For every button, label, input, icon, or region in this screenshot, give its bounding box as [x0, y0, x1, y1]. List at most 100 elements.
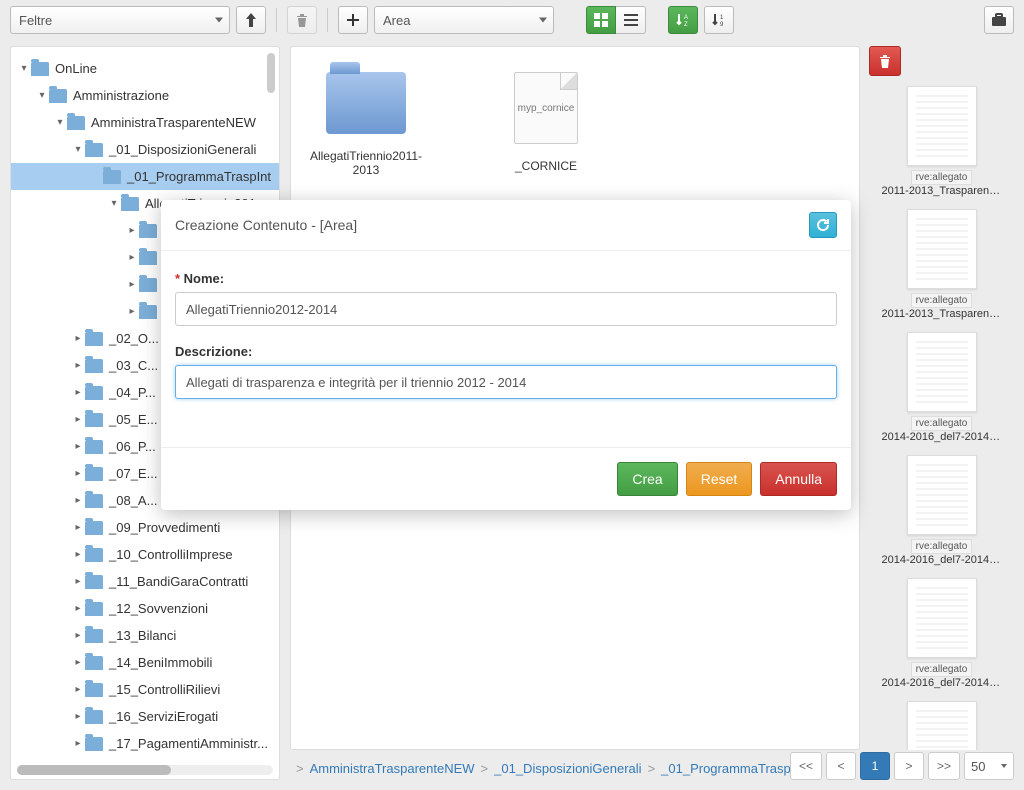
chevron-right-icon[interactable]: ▸ — [71, 414, 85, 425]
chevron-right-icon[interactable]: ▸ — [71, 468, 85, 479]
tree-label: _14_BeniImmobili — [109, 655, 212, 670]
sort-asc-button[interactable]: AZ — [668, 6, 698, 34]
annulla-button[interactable]: Annulla — [760, 462, 837, 496]
page-button[interactable]: 1 — [860, 752, 890, 780]
crea-button[interactable]: Crea — [617, 462, 677, 496]
dialog-body: * Nome: Descrizione: — [161, 251, 851, 447]
dialog-header: Creazione Contenuto - [Area] — [161, 200, 851, 251]
tree-item[interactable]: ▾ AmministraTrasparenteNEW — [11, 109, 279, 136]
tree-item[interactable]: ▸ _14_BeniImmobili — [11, 649, 279, 676]
tree-label: _08_A... — [109, 493, 157, 508]
folder-icon — [85, 629, 103, 643]
attachment-thumb[interactable]: rve:allegato 2014-2016_del7-2014_Pre... — [882, 578, 1002, 689]
folder-icon — [326, 72, 406, 134]
chevron-right-icon[interactable]: ▸ — [71, 684, 85, 695]
chevron-right-icon[interactable]: ▸ — [125, 279, 139, 290]
tree-label: _01_ProgrammaTraspInt — [127, 169, 271, 184]
chevron-right-icon[interactable]: ▸ — [125, 225, 139, 236]
folder-icon — [49, 89, 67, 103]
attachment-thumb[interactable]: rve:allegato 2014-2016_del7-2014_All... — [882, 332, 1002, 443]
breadcrumb: > AmministraTrasparenteNEW > _01_Disposi… — [296, 761, 824, 776]
chevron-right-icon[interactable]: ▸ — [125, 306, 139, 317]
document-icon — [907, 209, 977, 289]
chevron-right-icon[interactable]: ▸ — [71, 495, 85, 506]
nome-input[interactable] — [175, 292, 837, 326]
tree-item[interactable]: ▸ _12_Sovvenzioni — [11, 595, 279, 622]
refresh-button[interactable] — [809, 212, 837, 238]
grid-view-button[interactable] — [586, 6, 616, 34]
chevron-right-icon[interactable]: ▸ — [71, 738, 85, 749]
list-view-button[interactable] — [616, 6, 646, 34]
chevron-right-icon[interactable]: ▸ — [71, 603, 85, 614]
briefcase-button[interactable] — [984, 6, 1014, 34]
reset-button[interactable]: Reset — [686, 462, 753, 496]
tree-item[interactable]: ▾ Amministrazione — [11, 82, 279, 109]
breadcrumb-link[interactable]: _01_ProgrammaTraspInt — [661, 761, 805, 776]
chevron-right-icon[interactable]: ▸ — [125, 252, 139, 263]
thumb-label: 2014-2016_del7-2014_All... — [882, 554, 1002, 566]
document-icon — [907, 578, 977, 658]
prev-page-button[interactable]: < — [826, 752, 856, 780]
type-dropdown[interactable]: Area — [374, 6, 554, 34]
filter-dropdown[interactable]: Feltre — [10, 6, 230, 34]
thumb-label: 2014-2016_del7-2014_Pre... — [882, 677, 1002, 689]
attachment-thumb[interactable]: rve:allegato — [882, 701, 1002, 750]
add-button[interactable] — [338, 6, 368, 34]
breadcrumb-link[interactable]: AmministraTrasparenteNEW — [310, 761, 475, 776]
pagesize-select[interactable]: 50 — [964, 752, 1014, 780]
chevron-down-icon[interactable]: ▾ — [71, 144, 85, 155]
folder-icon — [85, 494, 103, 508]
folder-icon — [85, 683, 103, 697]
tree-label: _06_P... — [109, 439, 156, 454]
create-content-dialog: Creazione Contenuto - [Area] * Nome: Des… — [161, 200, 851, 510]
file-item[interactable]: myp_cornice _CORNICE — [486, 72, 606, 177]
tree-item[interactable]: ▸ _10_ControlliImprese — [11, 541, 279, 568]
chevron-right-icon[interactable]: ▸ — [71, 549, 85, 560]
chevron-right-icon[interactable]: ▸ — [71, 522, 85, 533]
tree-item[interactable]: ▸ _09_Provvedimenti — [11, 514, 279, 541]
vertical-scrollbar[interactable] — [267, 53, 275, 93]
first-page-button[interactable]: << — [790, 752, 822, 780]
breadcrumb-link[interactable]: _01_DisposizioniGenerali — [494, 761, 641, 776]
attachment-thumb[interactable]: rve:allegato 2014-2016_del7-2014_All... — [882, 455, 1002, 566]
top-toolbar: Feltre Area AZ 19 — [0, 0, 1024, 40]
tree-item[interactable]: ▾ OnLine — [11, 55, 279, 82]
delete-button[interactable] — [287, 6, 317, 34]
folder-item[interactable]: AllegatiTriennio2011-2013 — [306, 72, 426, 177]
chevron-down-icon[interactable]: ▾ — [17, 63, 31, 74]
type-badge: rve:allegato — [911, 539, 973, 554]
folder-icon — [67, 116, 85, 130]
chevron-right-icon[interactable]: ▸ — [71, 630, 85, 641]
next-page-button[interactable]: > — [894, 752, 924, 780]
tree-label: _07_E... — [109, 466, 157, 481]
folder-icon — [139, 224, 157, 238]
descrizione-input[interactable] — [175, 365, 837, 399]
chevron-right-icon[interactable]: ▸ — [71, 387, 85, 398]
trash-button[interactable] — [869, 46, 901, 76]
attachment-thumb[interactable]: rve:allegato 2011-2013_Trasparenza_I... — [882, 86, 1002, 197]
last-page-button[interactable]: >> — [928, 752, 960, 780]
chevron-down-icon[interactable]: ▾ — [35, 90, 49, 101]
tree-item[interactable]: _01_ProgrammaTraspInt — [11, 163, 279, 190]
folder-icon — [103, 170, 121, 184]
tree-item[interactable]: ▸ _13_Bilanci — [11, 622, 279, 649]
chevron-right-icon[interactable]: ▸ — [71, 360, 85, 371]
chevron-down-icon[interactable]: ▾ — [107, 198, 121, 209]
tree-item[interactable]: ▸ _16_ServiziErogati — [11, 703, 279, 730]
chevron-right-icon[interactable]: ▸ — [71, 657, 85, 668]
chevron-down-icon — [1001, 764, 1007, 768]
chevron-right-icon[interactable]: ▸ — [71, 576, 85, 587]
horizontal-scrollbar[interactable] — [17, 765, 273, 775]
chevron-right-icon[interactable]: ▸ — [71, 333, 85, 344]
tree-item[interactable]: ▸ _11_BandiGaraContratti — [11, 568, 279, 595]
document-icon — [907, 455, 977, 535]
chevron-right-icon[interactable]: ▸ — [71, 711, 85, 722]
attachment-thumb[interactable]: rve:allegato 2011-2013_Trasparenza_I... — [882, 209, 1002, 320]
chevron-down-icon[interactable]: ▾ — [53, 117, 67, 128]
tree-item[interactable]: ▸ _17_PagamentiAmministr... — [11, 730, 279, 757]
sort-desc-button[interactable]: 19 — [704, 6, 734, 34]
tree-item[interactable]: ▸ _15_ControlliRilievi — [11, 676, 279, 703]
chevron-right-icon[interactable]: ▸ — [71, 441, 85, 452]
upload-button[interactable] — [236, 6, 266, 34]
tree-item[interactable]: ▾ _01_DisposizioniGenerali — [11, 136, 279, 163]
